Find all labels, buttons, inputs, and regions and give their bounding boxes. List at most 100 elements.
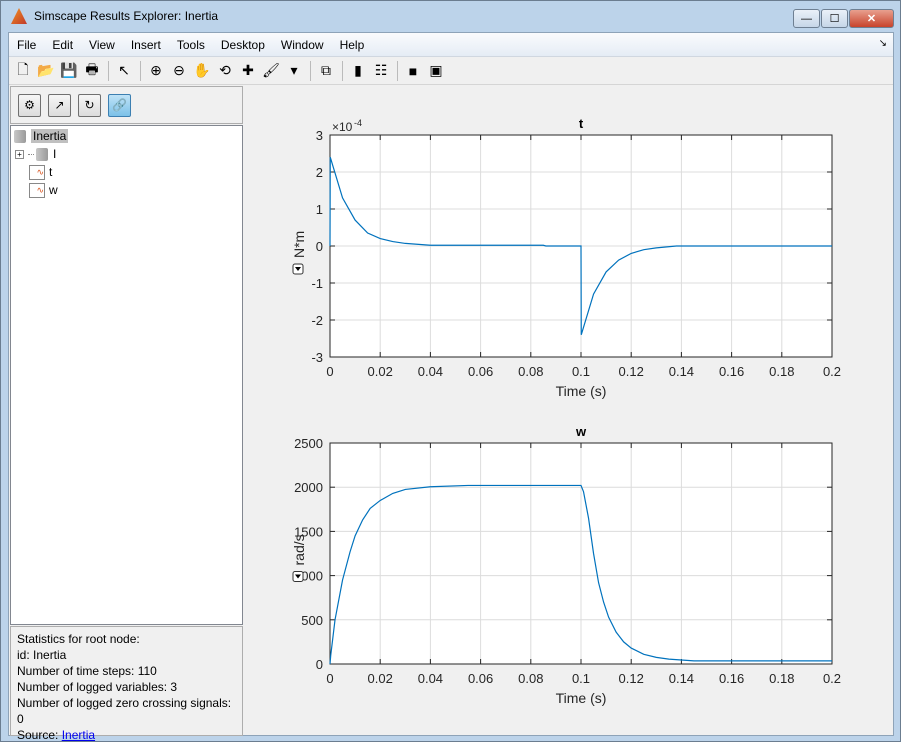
x-tick-label: 0	[326, 671, 333, 686]
tree-item-w[interactable]: ∿ w	[29, 181, 58, 199]
show-plot-tools-icon[interactable]: ▣	[425, 60, 447, 82]
x-tick-label: 0.14	[669, 671, 694, 686]
menu-help[interactable]: Help	[332, 38, 373, 52]
menu-insert[interactable]: Insert	[123, 38, 169, 52]
x-tick-label: 0.08	[518, 364, 543, 379]
menu-file[interactable]: File	[9, 38, 44, 52]
tree-item-label: w	[49, 183, 58, 197]
exponent-value: -4	[354, 118, 362, 128]
menu-desktop[interactable]: Desktop	[213, 38, 273, 52]
menu-view[interactable]: View	[81, 38, 123, 52]
reload-button[interactable]: ↻	[78, 93, 101, 117]
toolbar-separator	[397, 60, 398, 81]
y-tick-label: 2000	[294, 480, 323, 495]
minimize-button[interactable]: —	[793, 9, 820, 28]
plot-signal-button[interactable]: ↗	[48, 93, 71, 117]
signal-icon: ∿	[29, 164, 45, 180]
maximize-button[interactable]: ☐	[821, 9, 848, 28]
app-window: Simscape Results Explorer: Inertia — ☐ ✕…	[0, 0, 901, 742]
stats-line: Number of time steps: 110	[17, 664, 157, 678]
open-icon[interactable]: 📂	[35, 60, 57, 82]
brush-dropdown-icon[interactable]: ▾	[283, 60, 305, 82]
options-button[interactable]: ⚙	[18, 93, 41, 117]
results-tree: Inertia + I ∿ t ∿ w	[10, 125, 243, 625]
chart-title: t	[579, 116, 584, 131]
tree-item-I[interactable]: + I	[15, 145, 56, 163]
x-tick-label: 0.06	[468, 364, 493, 379]
y-tick-label: -2	[311, 313, 323, 328]
toolbar-separator	[342, 60, 343, 81]
colorbar-icon[interactable]: ▮	[347, 60, 369, 82]
y-tick-label: 0	[316, 657, 323, 672]
x-tick-label: 0.14	[669, 364, 694, 379]
tree-item-root[interactable]: Inertia	[14, 127, 69, 145]
statistics-panel: Statistics for root node: id: Inertia Nu…	[10, 626, 243, 742]
y-tick-label: 2500	[294, 436, 323, 451]
stats-line: Number of logged variables: 3	[17, 680, 178, 694]
toolbar: 🗋 📂 💾 🖶 ↖ ⊕ ⊖ ✋ ⟲ ✚ 🖌 ▾ ⧉ ▮ ☷ ■ ▣	[9, 57, 893, 85]
tree-item-label: t	[49, 165, 53, 179]
node-icon	[36, 147, 48, 161]
brush-icon[interactable]: 🖌	[260, 60, 282, 82]
x-tick-label: 0	[326, 364, 333, 379]
tree-item-label: Inertia	[31, 129, 69, 143]
data-cursor-icon[interactable]: ✚	[237, 60, 259, 82]
stats-line: Statistics for root node:	[17, 632, 140, 646]
signal-icon: ∿	[29, 182, 45, 198]
save-icon[interactable]: 💾	[58, 60, 80, 82]
link-plot-icon[interactable]: ⧉	[315, 60, 337, 82]
matlab-logo-icon	[11, 8, 27, 24]
x-tick-label: 0.12	[619, 671, 644, 686]
exponent-label: ×10	[332, 120, 353, 134]
rotate-3d-icon[interactable]: ⟲	[214, 60, 236, 82]
x-tick-label: 0.08	[518, 671, 543, 686]
stats-line: id: Inertia	[17, 648, 67, 662]
pan-icon[interactable]: ✋	[191, 60, 213, 82]
x-tick-label: 0.06	[468, 671, 493, 686]
y-tick-label: -1	[311, 276, 323, 291]
menu-window[interactable]: Window	[273, 38, 332, 52]
x-axis-label: Time (s)	[556, 690, 607, 706]
zoom-out-icon[interactable]: ⊖	[168, 60, 190, 82]
x-tick-label: 0.12	[619, 364, 644, 379]
window-title: Simscape Results Explorer: Inertia	[34, 9, 219, 23]
x-tick-label: 0.2	[823, 364, 841, 379]
x-tick-label: 0.1	[572, 671, 590, 686]
y-tick-label: 1	[316, 202, 323, 217]
legend-icon[interactable]: ☷	[370, 60, 392, 82]
menu-bar: File Edit View Insert Tools Desktop Window Help…	[9, 33, 893, 57]
zoom-in-icon[interactable]: ⊕	[145, 60, 167, 82]
x-tick-label: 0.02	[368, 364, 393, 379]
toolbar-separator	[140, 60, 141, 81]
plot-area: 0 0.02 0.04 0.06 0.08 0.1 0.12 0.14 0.16 0.18 0.2-…	[291, 116, 841, 706]
print-icon[interactable]: 🖶	[81, 60, 103, 82]
left-panel: ⚙ ↗ ↻ 🔗 Inertia + I ∿ t ∿ w Statistics for …	[9, 86, 244, 742]
hide-plot-tools-icon[interactable]: ■	[402, 60, 424, 82]
x-tick-label: 0.2	[823, 671, 841, 686]
source-link[interactable]: Inertia	[62, 728, 95, 742]
chart-title: w	[575, 424, 587, 439]
tree-item-label: I	[53, 147, 57, 161]
close-button[interactable]: ✕	[849, 9, 894, 28]
x-axis-label: Time (s)	[556, 383, 607, 399]
menu-tools[interactable]: Tools	[169, 38, 213, 52]
toolbar-separator	[310, 60, 311, 81]
client-area: File Edit View Insert Tools Desktop Window Help…	[8, 32, 894, 742]
source-label: Source:	[17, 728, 62, 742]
link-button[interactable]: 🔗	[108, 93, 131, 117]
x-tick-label: 0.04	[418, 364, 443, 379]
y-tick-label: 0	[316, 239, 323, 254]
dock-icon[interactable]: ↘	[879, 38, 887, 49]
pointer-icon[interactable]: ↖	[113, 60, 135, 82]
menu-edit[interactable]: Edit	[44, 38, 81, 52]
panel-toolbar: ⚙ ↗ ↻ 🔗	[10, 86, 243, 124]
x-tick-label: 0.02	[368, 671, 393, 686]
title-bar: Simscape Results Explorer: Inertia — ☐ ✕	[1, 1, 900, 31]
expand-icon[interactable]: +	[15, 149, 24, 159]
stats-line: Number of logged zero crossing signals: …	[17, 696, 232, 726]
tree-item-t[interactable]: ∿ t	[29, 163, 52, 181]
node-icon	[14, 129, 26, 143]
new-figure-icon[interactable]: 🗋	[12, 60, 34, 82]
x-tick-label: 0.16	[719, 364, 744, 379]
y-tick-label: 500	[301, 613, 323, 628]
